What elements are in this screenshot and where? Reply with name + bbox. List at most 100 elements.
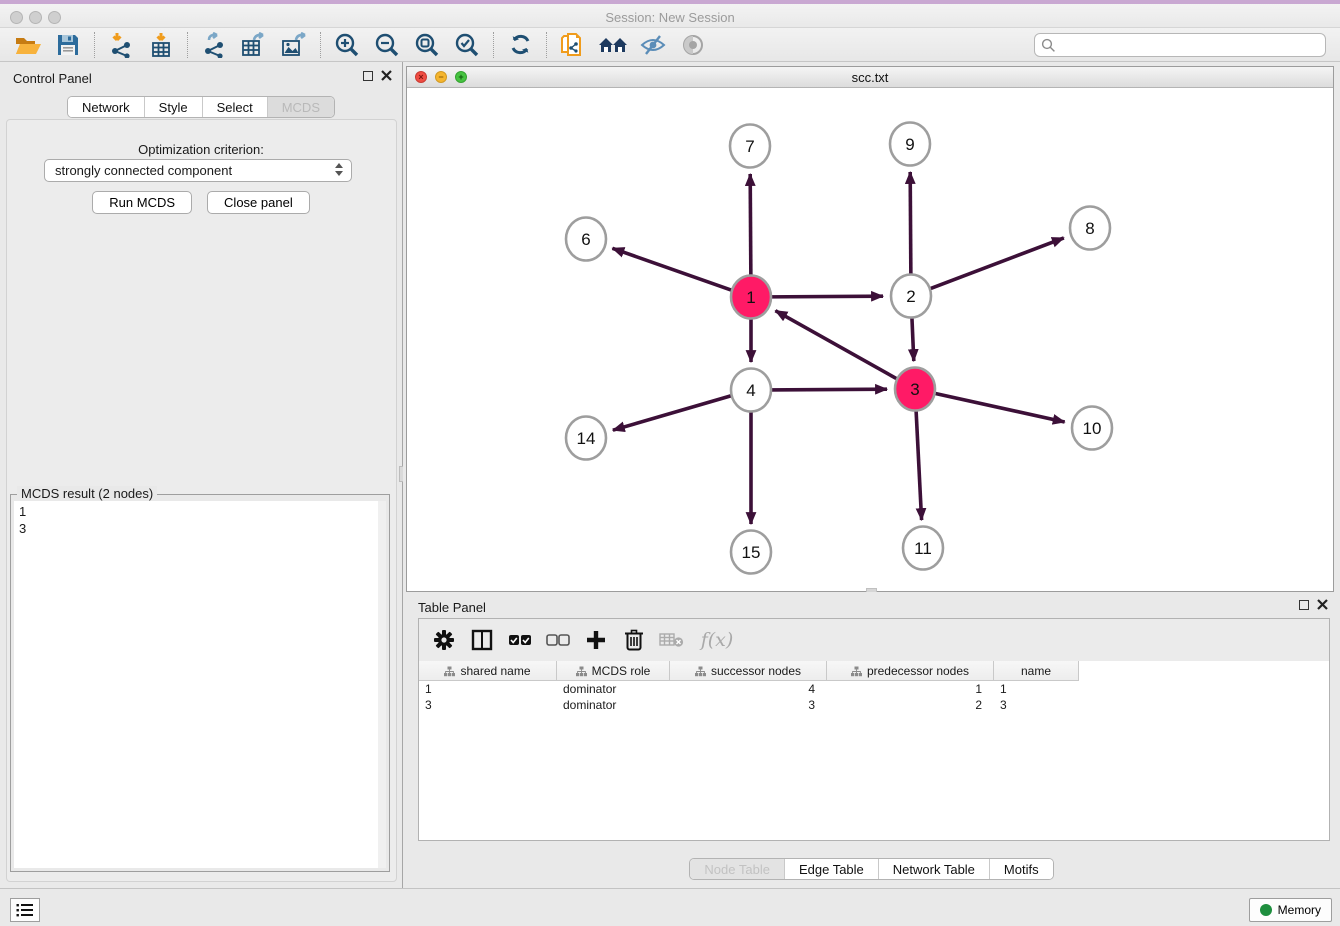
zoom-selected-button[interactable]	[447, 30, 487, 60]
delete-table-button[interactable]	[655, 624, 689, 656]
export-table-button[interactable]	[234, 30, 274, 60]
control-panel-float-icon[interactable]	[363, 71, 373, 81]
hide-selected-button[interactable]	[633, 30, 673, 60]
export-network-icon	[201, 32, 227, 58]
tab-network-table[interactable]: Network Table	[878, 859, 989, 879]
deselect-all-button[interactable]	[541, 624, 575, 656]
window-title: Session: New Session	[0, 10, 1340, 25]
save-session-button[interactable]	[48, 30, 88, 60]
table-toolbar: f(x)	[419, 619, 1329, 661]
export-network-button[interactable]	[194, 30, 234, 60]
graph-edge-1-2[interactable]	[769, 296, 883, 297]
graph-edge-2-8[interactable]	[928, 238, 1064, 290]
search-input[interactable]	[1034, 33, 1326, 57]
graph-node-label: 9	[905, 135, 914, 154]
first-neighbors-button[interactable]	[593, 30, 633, 60]
graph-edge-2-3[interactable]	[912, 314, 914, 361]
table-cell[interactable]: 4	[670, 681, 827, 697]
graph-edge-3-1[interactable]	[775, 311, 899, 380]
zoom-fit-button[interactable]	[407, 30, 447, 60]
graph-edge-4-3[interactable]	[769, 389, 887, 390]
table-cell[interactable]: 3	[994, 697, 1079, 713]
mcds-result-scrollbar[interactable]	[378, 501, 386, 868]
delete-table-icon	[659, 631, 685, 649]
table-cell[interactable]: 1	[827, 681, 994, 697]
tab-node-table[interactable]: Node Table	[690, 859, 784, 879]
table-panel-close-icon[interactable]	[1317, 599, 1328, 610]
table-cell[interactable]: dominator	[557, 697, 670, 713]
import-network-button[interactable]	[101, 30, 141, 60]
table-cell[interactable]: 1	[994, 681, 1079, 697]
eye-slash-icon	[639, 33, 667, 57]
table-cell[interactable]: 1	[419, 681, 557, 697]
column-header-shared-name[interactable]: shared name	[419, 661, 557, 681]
clone-network-button[interactable]	[553, 30, 593, 60]
list-icon	[16, 903, 34, 917]
import-table-icon	[148, 32, 174, 58]
graph-node-label: 6	[581, 230, 590, 249]
graph-edge-4-14[interactable]	[613, 395, 734, 430]
graph-edge-2-9[interactable]	[910, 172, 911, 278]
export-image-button[interactable]	[274, 30, 314, 60]
zoom-out-icon	[374, 32, 400, 58]
graph-node-label: 10	[1083, 419, 1102, 438]
graph-node-label: 7	[745, 137, 754, 156]
graph-edge-3-10[interactable]	[933, 393, 1065, 422]
tab-select[interactable]: Select	[202, 97, 267, 117]
function-builder-button[interactable]: f(x)	[693, 624, 741, 656]
refresh-view-button[interactable]	[500, 30, 540, 60]
control-panel: Control Panel NetworkStyleSelectMCDS Opt…	[0, 62, 403, 888]
column-header-successor-nodes[interactable]: successor nodes	[670, 661, 827, 681]
column-sort-icon	[444, 666, 455, 677]
zoom-out-button[interactable]	[367, 30, 407, 60]
table-cell[interactable]: 3	[419, 697, 557, 713]
select-stepper-icon	[335, 163, 343, 176]
select-all-button[interactable]	[503, 624, 537, 656]
memory-button[interactable]: Memory	[1249, 898, 1332, 922]
tab-motifs[interactable]: Motifs	[989, 859, 1053, 879]
show-all-button[interactable]	[673, 30, 713, 60]
tab-style[interactable]: Style	[144, 97, 202, 117]
add-column-button[interactable]	[579, 624, 613, 656]
mcds-result-area[interactable]: 1 3	[14, 501, 386, 868]
table-cell[interactable]: 2	[827, 697, 994, 713]
zoom-in-button[interactable]	[327, 30, 367, 60]
network-window-titlebar[interactable]: × − + scc.txt	[407, 67, 1333, 88]
tab-network[interactable]: Network	[68, 97, 144, 117]
delete-column-button[interactable]	[617, 624, 651, 656]
split-table-button[interactable]	[465, 624, 499, 656]
node-table: f(x) shared name MCDS role successor nodes…	[418, 618, 1330, 841]
column-header-name[interactable]: name	[994, 661, 1079, 681]
table-row[interactable]: 3dominator323	[419, 697, 1329, 713]
run-mcds-button[interactable]: Run MCDS	[92, 191, 192, 214]
import-table-button[interactable]	[141, 30, 181, 60]
open-file-button[interactable]	[8, 30, 48, 60]
search-icon	[1041, 38, 1056, 53]
tab-mcds[interactable]: MCDS	[267, 97, 334, 117]
table-cell[interactable]: dominator	[557, 681, 670, 697]
save-icon	[56, 33, 80, 57]
close-panel-button[interactable]: Close panel	[207, 191, 310, 214]
column-sort-icon	[695, 666, 706, 677]
status-bar: Memory	[0, 888, 1340, 926]
table-header-row: shared name MCDS role successor nodes prede…	[419, 661, 1079, 681]
optimization-criterion-select[interactable]: strongly connected component	[44, 159, 352, 182]
network-canvas[interactable]: 7968124314101511	[407, 88, 1333, 591]
graph-edge-1-7[interactable]	[750, 174, 751, 279]
column-label: MCDS role	[592, 664, 651, 678]
column-label: successor nodes	[711, 664, 801, 678]
table-row[interactable]: 1dominator411	[419, 681, 1329, 697]
table-panel-float-icon[interactable]	[1299, 600, 1309, 610]
task-history-button[interactable]	[10, 898, 40, 922]
table-settings-button[interactable]	[427, 624, 461, 656]
graph-node-label: 8	[1085, 219, 1094, 238]
control-panel-close-icon[interactable]	[381, 70, 392, 81]
tab-edge-table[interactable]: Edge Table	[784, 859, 878, 879]
table-panel-title: Table Panel	[418, 600, 486, 615]
column-header-MCDS-role[interactable]: MCDS role	[557, 661, 670, 681]
column-header-predecessor-nodes[interactable]: predecessor nodes	[827, 661, 994, 681]
trash-icon	[624, 629, 644, 651]
graph-edge-3-11[interactable]	[916, 407, 922, 520]
table-cell[interactable]: 3	[670, 697, 827, 713]
graph-edge-1-6[interactable]	[612, 248, 734, 291]
